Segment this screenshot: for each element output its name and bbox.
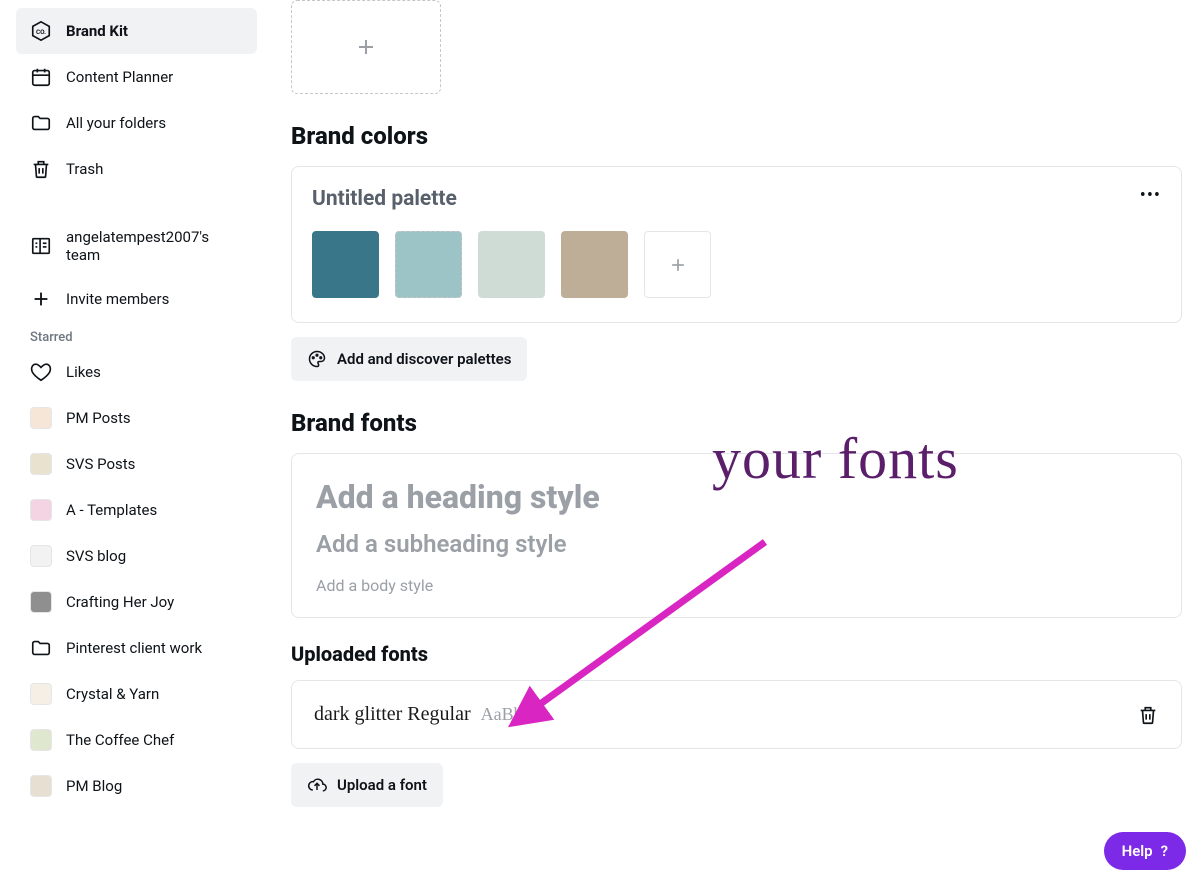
starred-label: PM Posts: [66, 409, 131, 427]
starred-label: A - Templates: [66, 501, 157, 519]
sidebar-item-all-folders[interactable]: All your folders: [16, 100, 257, 146]
color-swatch[interactable]: [395, 231, 462, 298]
help-button[interactable]: Help ?: [1104, 832, 1186, 870]
sidebar-starred-item[interactable]: Pinterest client work: [16, 625, 257, 671]
sidebar-label: Content Planner: [66, 68, 173, 86]
sidebar-label: Likes: [66, 363, 101, 381]
starred-thumb: [30, 545, 52, 567]
color-swatch[interactable]: [478, 231, 545, 298]
sidebar-starred-item[interactable]: Crystal & Yarn: [16, 671, 257, 717]
svg-text:CO.: CO.: [36, 28, 46, 36]
sidebar-label: Brand Kit: [66, 22, 128, 40]
calendar-icon: [30, 66, 52, 88]
color-swatch[interactable]: [561, 231, 628, 298]
palette-card: Untitled palette •••: [291, 166, 1182, 323]
brand-fonts-title: Brand fonts: [291, 409, 1182, 437]
sidebar-item-trash[interactable]: Trash: [16, 146, 257, 192]
add-heading-style[interactable]: Add a heading style: [316, 478, 1157, 516]
uploaded-font-name: dark glitter Regular: [314, 703, 471, 726]
folder-icon: [30, 637, 52, 659]
color-swatch[interactable]: [312, 231, 379, 298]
starred-thumb: [30, 683, 52, 705]
upload-font-button[interactable]: Upload a font: [291, 763, 443, 807]
sidebar-label: angelatempest2007's team: [66, 228, 243, 264]
brand-colors-title: Brand colors: [291, 122, 1182, 150]
sidebar-starred-item[interactable]: PM Blog: [16, 763, 257, 809]
plus-icon: [354, 35, 378, 59]
sidebar-starred-item[interactable]: SVS blog: [16, 533, 257, 579]
trash-icon: [30, 158, 52, 180]
sidebar-starred-item[interactable]: Crafting Her Joy: [16, 579, 257, 625]
starred-thumb: [30, 453, 52, 475]
plus-icon: [30, 288, 52, 310]
uploaded-font-sample: AaBbCc: [481, 704, 543, 725]
sidebar-label: Trash: [66, 160, 103, 178]
sidebar-item-content-planner[interactable]: Content Planner: [16, 54, 257, 100]
sidebar-starred-item[interactable]: SVS Posts: [16, 441, 257, 487]
add-palettes-button[interactable]: Add and discover palettes: [291, 337, 527, 381]
heart-icon: [30, 361, 52, 383]
add-subheading-style[interactable]: Add a subheading style: [316, 530, 1157, 558]
cloud-upload-icon: [307, 775, 327, 795]
starred-label: The Coffee Chef: [66, 731, 174, 749]
palette-menu-icon[interactable]: •••: [1140, 185, 1161, 206]
starred-label: Crafting Her Joy: [66, 593, 174, 611]
starred-heading: Starred: [16, 322, 273, 349]
sidebar-starred-item[interactable]: The Coffee Chef: [16, 717, 257, 763]
fonts-card: Add a heading style Add a subheading sty…: [291, 453, 1182, 618]
starred-label: SVS Posts: [66, 455, 135, 473]
trash-icon: [1137, 704, 1159, 726]
add-body-style[interactable]: Add a body style: [316, 576, 1157, 595]
delete-font-button[interactable]: [1137, 704, 1159, 726]
palette-icon: [307, 349, 327, 369]
starred-label: SVS blog: [66, 547, 126, 565]
starred-thumb: [30, 729, 52, 751]
team-icon: [30, 235, 52, 257]
help-question-icon: ?: [1161, 842, 1168, 860]
add-logo-box[interactable]: [291, 0, 441, 94]
sidebar-starred-item[interactable]: A - Templates: [16, 487, 257, 533]
sidebar-item-invite[interactable]: Invite members: [16, 276, 257, 322]
sidebar-label: All your folders: [66, 114, 166, 132]
uploaded-fonts-title: Uploaded fonts: [291, 642, 1182, 666]
palette-title[interactable]: Untitled palette: [312, 187, 1161, 211]
sidebar-item-team[interactable]: angelatempest2007's team: [16, 216, 257, 276]
sidebar-starred-item[interactable]: PM Posts: [16, 395, 257, 441]
starred-thumb: [30, 775, 52, 797]
starred-label: Pinterest client work: [66, 639, 202, 657]
upload-font-label: Upload a font: [337, 776, 427, 794]
starred-label: Crystal & Yarn: [66, 685, 159, 703]
brand-kit-icon: CO.: [30, 20, 52, 42]
add-color-swatch[interactable]: [644, 231, 711, 298]
sidebar-item-likes[interactable]: Likes: [16, 349, 257, 395]
sidebar-label: Invite members: [66, 290, 169, 308]
uploaded-font-row[interactable]: dark glitter Regular AaBbCc: [291, 680, 1182, 749]
help-label: Help: [1122, 842, 1153, 860]
starred-label: PM Blog: [66, 777, 122, 795]
sidebar-item-brand-kit[interactable]: CO. Brand Kit: [16, 8, 257, 54]
add-palettes-label: Add and discover palettes: [337, 350, 511, 368]
starred-thumb: [30, 407, 52, 429]
folder-icon: [30, 112, 52, 134]
starred-thumb: [30, 499, 52, 521]
starred-thumb: [30, 591, 52, 613]
